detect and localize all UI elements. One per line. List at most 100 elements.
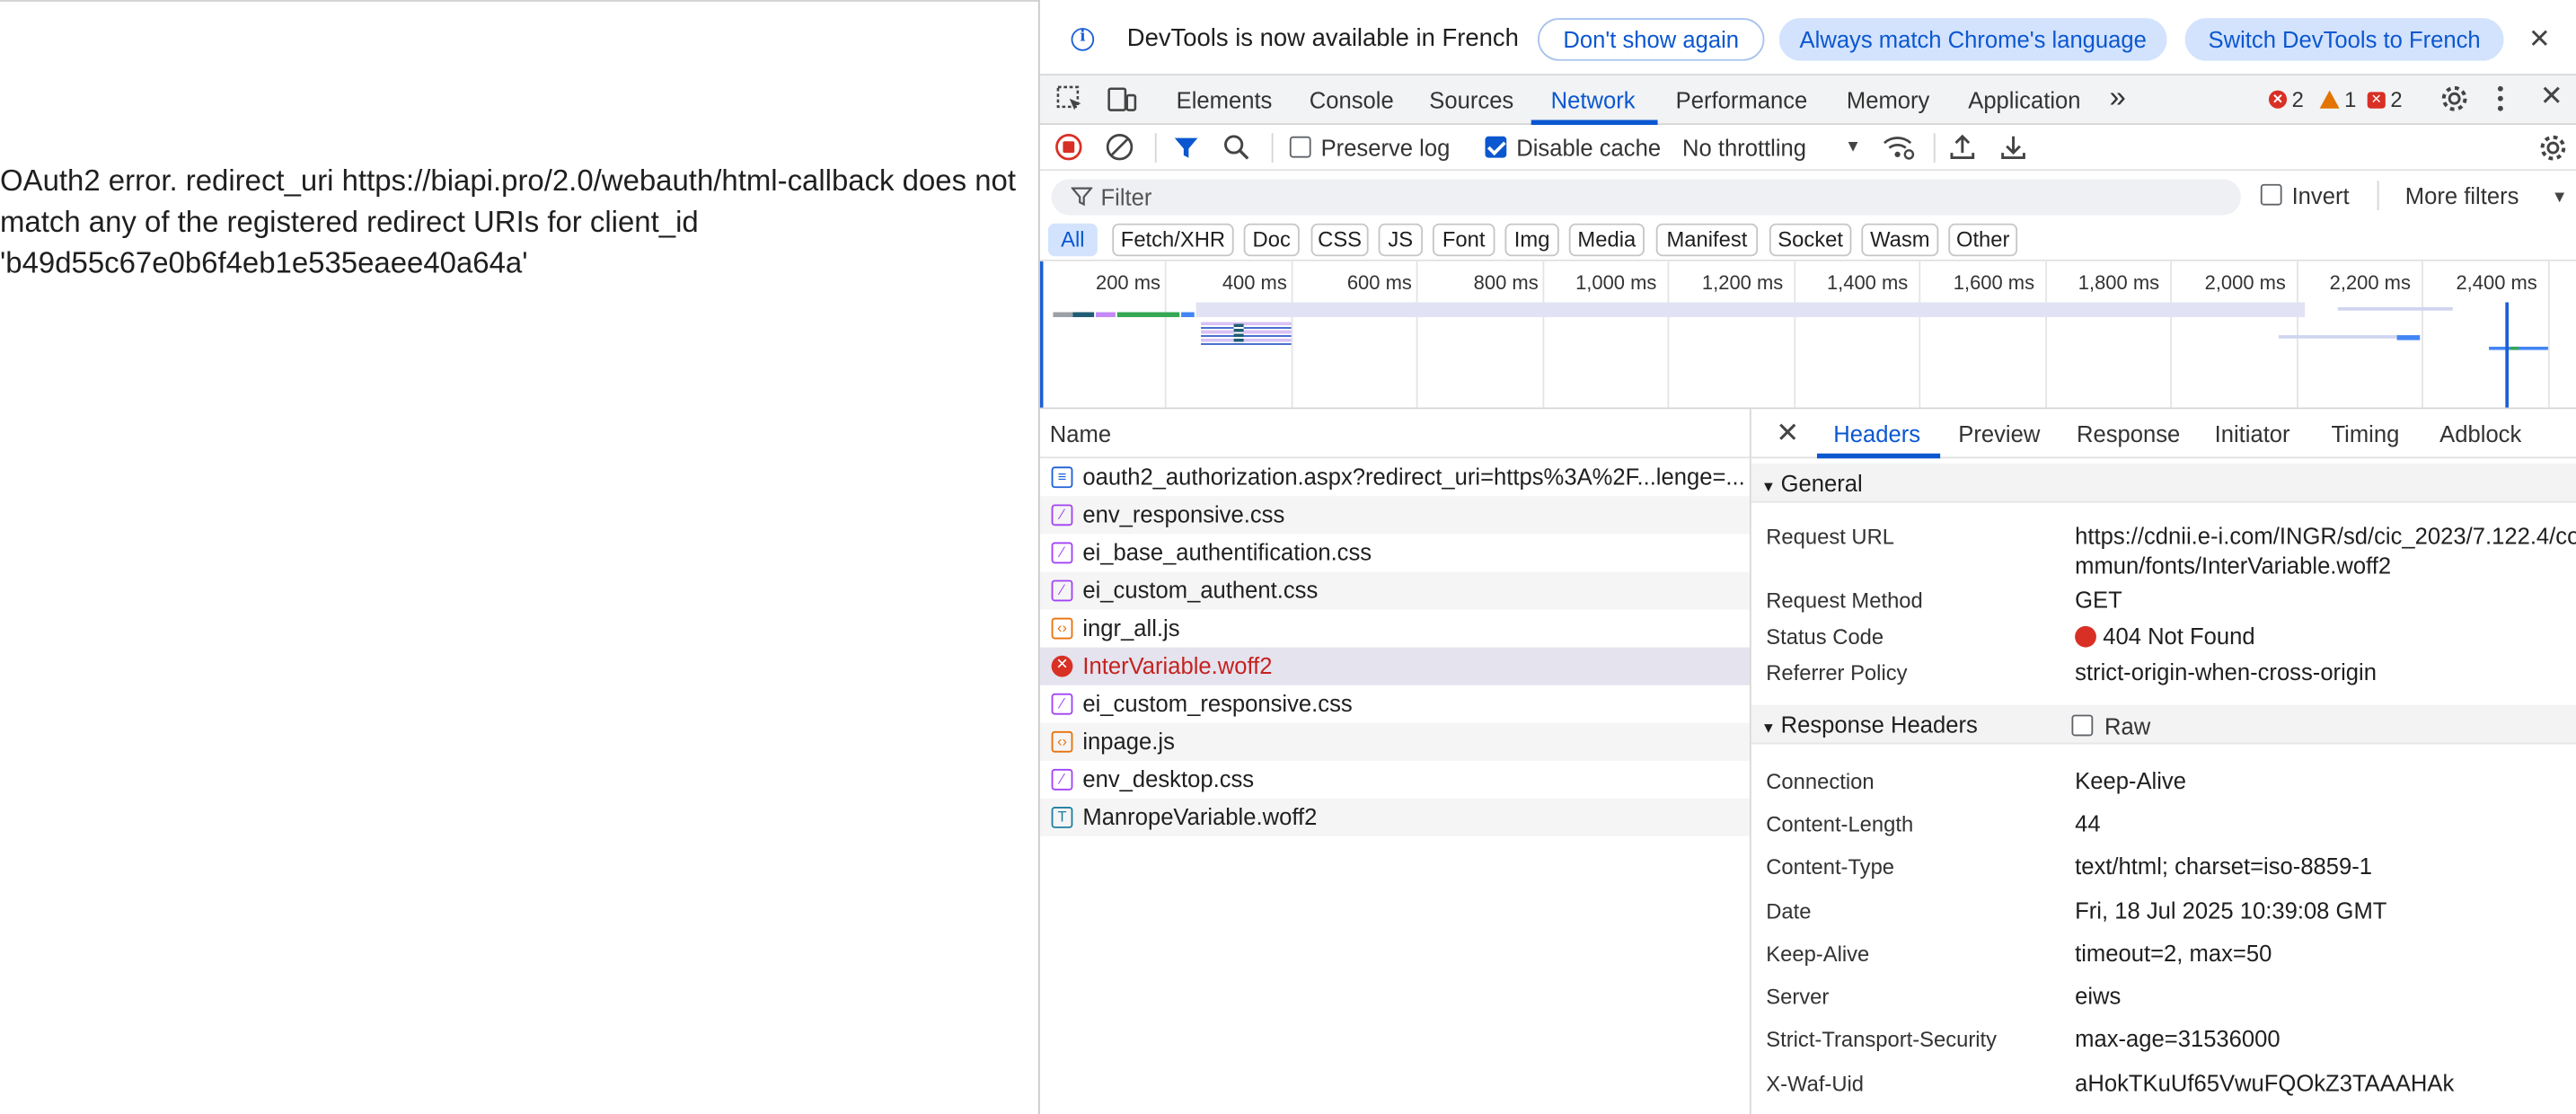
disable-cache-checkbox[interactable] — [1485, 136, 1507, 158]
preserve-log-checkbox[interactable] — [1289, 136, 1311, 158]
error-count-badge[interactable]: ✕ 2 — [2268, 87, 2304, 111]
font-file-icon: T — [1051, 806, 1073, 828]
type-filter-doc[interactable]: Doc — [1243, 223, 1300, 257]
timeline-gridline — [1291, 261, 1293, 408]
preserve-log-label: Preserve log — [1320, 134, 1451, 162]
header-value: strict-origin-when-cross-origin — [2075, 659, 2377, 685]
request-row[interactable]: ⁄ env_desktop.css — [1040, 761, 1750, 799]
timeline-gridline — [1416, 261, 1418, 408]
chevron-down-icon[interactable]: ▼ — [2552, 186, 2568, 212]
expand-triangle-icon: ▼ — [1760, 478, 1777, 495]
type-filter-socket[interactable]: Socket — [1769, 223, 1852, 257]
timeline-overview[interactable]: 200 ms 400 ms 600 ms 800 ms 1,000 ms 1,2… — [1039, 261, 2576, 410]
type-filter-css[interactable]: CSS — [1310, 223, 1369, 257]
request-row[interactable]: ⁄ env_responsive.css — [1039, 496, 1750, 535]
general-section-header[interactable]: ▼ General — [1751, 463, 2576, 503]
request-row[interactable]: ‹› inpage.js — [1039, 722, 1750, 761]
header-key: Referrer Policy — [1766, 660, 1908, 685]
oauth-error-message: OAuth2 error. redirect_uri https://biapi… — [0, 164, 1025, 279]
tab-console[interactable]: Console — [1310, 87, 1394, 113]
tab-sources[interactable]: Sources — [1429, 87, 1513, 113]
stylesheet-icon: ⁄ — [1051, 542, 1073, 564]
invert-checkbox[interactable] — [2260, 183, 2282, 206]
timeline-gridline — [1667, 261, 1670, 408]
close-icon[interactable]: ✕ — [2528, 23, 2551, 57]
gear-icon[interactable] — [2439, 84, 2469, 119]
request-row[interactable]: ⁄ ei_base_authentification.css — [1040, 534, 1750, 571]
type-filter-other[interactable]: Other — [1948, 223, 2018, 257]
filter-input[interactable]: Filter — [1051, 179, 2241, 216]
request-list-header: Name — [1039, 409, 1751, 459]
column-name-header[interactable]: Name — [1050, 420, 1111, 446]
tab-preview[interactable]: Preview — [1958, 420, 2040, 446]
timeline-bar — [1053, 312, 1073, 317]
close-devtools-icon[interactable]: ✕ — [2540, 82, 2563, 110]
header-value: 44 — [2075, 809, 2101, 836]
page-top-border — [0, 0, 1038, 2]
more-vertical-icon[interactable] — [2495, 84, 2505, 119]
inspect-element-icon[interactable] — [1056, 85, 1084, 119]
tab-adblock[interactable]: Adblock — [2439, 420, 2521, 446]
type-filter-js[interactable]: JS — [1378, 223, 1423, 257]
type-filter-fetch-xhr[interactable]: Fetch/XHR — [1112, 223, 1234, 257]
clear-icon[interactable] — [1106, 133, 1134, 167]
request-row[interactable]: T ManropeVariable.woff2 — [1039, 798, 1750, 836]
device-toolbar-icon[interactable] — [1107, 85, 1137, 119]
type-filter-manifest[interactable]: Manifest — [1655, 223, 1759, 257]
network-conditions-icon[interactable] — [1883, 133, 1916, 167]
timeline-gridline — [1919, 261, 1921, 408]
request-name: ei_base_authentification.css — [1082, 538, 1372, 566]
tab-memory[interactable]: Memory — [1847, 87, 1929, 113]
type-filter-wasm[interactable]: Wasm — [1861, 223, 1939, 257]
dont-show-again-button[interactable]: Don't show again — [1538, 18, 1765, 61]
throttling-select[interactable]: No throttling — [1682, 135, 1806, 161]
network-settings-icon[interactable] — [2538, 133, 2568, 169]
tab-timing[interactable]: Timing — [2331, 420, 2399, 446]
timeline-tick: 1,600 ms — [1953, 270, 2035, 295]
script-icon: ‹› — [1051, 617, 1073, 640]
switch-devtools-language-button[interactable]: Switch DevTools to French — [2184, 18, 2504, 61]
request-name: ManropeVariable.woff2 — [1082, 803, 1318, 830]
always-match-language-button[interactable]: Always match Chrome's language — [1778, 18, 2167, 61]
type-filter-media[interactable]: Media — [1568, 223, 1645, 257]
toolbar-divider — [1154, 133, 1157, 164]
warning-count-badge[interactable]: 1 — [2319, 87, 2356, 111]
request-row[interactable]: ⁄ ei_custom_responsive.css — [1040, 685, 1750, 723]
tab-application[interactable]: Application — [1968, 87, 2080, 113]
stylesheet-icon: ⁄ — [1051, 768, 1073, 791]
type-filter-img[interactable]: Img — [1504, 223, 1559, 257]
raw-checkbox[interactable] — [2071, 714, 2094, 737]
request-row[interactable]: ⁄ ei_custom_authent.css — [1039, 571, 1750, 610]
timeline-gridline — [1164, 261, 1167, 408]
chevron-down-icon[interactable]: ▼ — [1845, 135, 1861, 161]
tab-initiator[interactable]: Initiator — [2215, 420, 2290, 446]
issues-count-badge[interactable]: ✕ 2 — [2367, 87, 2403, 111]
request-name: oauth2_authorization.aspx?redirect_uri=h… — [1082, 463, 1745, 491]
more-filters-button[interactable]: More filters — [2405, 182, 2519, 208]
request-row[interactable]: ≡ oauth2_authorization.aspx?redirect_uri=… — [1040, 458, 1750, 496]
stop-recording-icon[interactable] — [1054, 133, 1082, 167]
timeline-tick: 2,000 ms — [2204, 270, 2286, 295]
status-text: 404 Not Found — [2103, 623, 2255, 650]
request-name: ei_custom_authent.css — [1082, 576, 1319, 604]
header-key: Server — [1766, 984, 1830, 1009]
close-detail-icon[interactable]: ✕ — [1776, 418, 1799, 451]
tab-performance[interactable]: Performance — [1676, 87, 1808, 113]
import-har-icon[interactable] — [1948, 133, 1976, 167]
type-filter-font[interactable]: Font — [1432, 223, 1495, 257]
toolbar-divider — [1271, 133, 1274, 164]
response-headers-section-header[interactable]: ▼ Response Headers — [1751, 704, 2576, 745]
request-row-selected[interactable]: ✕ InterVariable.woff2 — [1039, 647, 1750, 685]
timeline-bar — [1181, 312, 1195, 317]
more-tabs-icon[interactable]: » — [2110, 81, 2126, 115]
tab-elements[interactable]: Elements — [1177, 87, 1273, 113]
tab-headers[interactable]: Headers — [1833, 420, 1920, 446]
request-row[interactable]: ‹› ingr_all.js — [1040, 610, 1750, 648]
filter-icon[interactable] — [1173, 135, 1199, 168]
tab-response[interactable]: Response — [2077, 420, 2180, 446]
tab-network[interactable]: Network — [1551, 87, 1636, 113]
type-filter-all[interactable]: All — [1047, 223, 1098, 257]
search-icon[interactable] — [1222, 133, 1250, 167]
export-har-icon[interactable] — [1999, 133, 2027, 167]
header-key: Content-Type — [1766, 854, 1895, 880]
